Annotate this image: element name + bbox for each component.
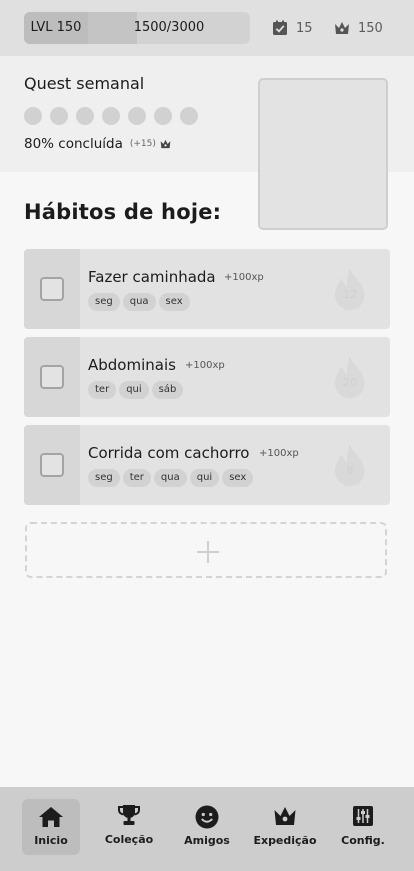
quest-dot bbox=[102, 107, 120, 125]
habit-xp: +100xp bbox=[185, 360, 225, 371]
streak-badge: 8 bbox=[330, 441, 370, 489]
habit-check-area[interactable] bbox=[24, 249, 80, 329]
quest-dot bbox=[76, 107, 94, 125]
crown-icon bbox=[274, 807, 296, 825]
quest-progress-dots bbox=[24, 107, 206, 125]
nav-label: Expedição bbox=[253, 834, 317, 847]
quest-dot bbox=[24, 107, 42, 125]
habit-days: seg qua sex bbox=[88, 293, 193, 311]
quest-bonus: (+15) bbox=[129, 139, 156, 149]
quest-dot bbox=[154, 107, 172, 125]
day-chip: qua bbox=[122, 293, 156, 311]
trophy-icon bbox=[118, 805, 140, 825]
crowns-count: 150 bbox=[358, 20, 383, 36]
habit-xp: +100xp bbox=[224, 272, 264, 283]
day-chip: sáb bbox=[151, 381, 184, 399]
habit-card[interactable]: Fazer caminhada +100xp seg qua sex 12 bbox=[24, 249, 390, 329]
quest-dot bbox=[128, 107, 146, 125]
nav-item-expedicao[interactable]: Expedição bbox=[253, 799, 317, 855]
quest-dot bbox=[50, 107, 68, 125]
streak-count: 12 bbox=[343, 288, 357, 301]
streak-badge: 12 bbox=[330, 265, 370, 313]
nav-label: Inicio bbox=[34, 834, 68, 847]
quest-progress: 80% concluída (+15) bbox=[24, 136, 171, 152]
checklist-icon bbox=[273, 20, 287, 35]
quest-progress-text: 80% concluída bbox=[24, 136, 123, 152]
habit-checkbox[interactable] bbox=[40, 453, 64, 477]
level-badge: LVL 150 bbox=[24, 12, 88, 44]
habit-check-area[interactable] bbox=[24, 425, 80, 505]
day-chip: qui bbox=[119, 381, 149, 399]
habit-days: ter qui sáb bbox=[88, 381, 186, 399]
nav-label: Coleção bbox=[104, 833, 154, 846]
habit-card[interactable]: Abdominais +100xp ter qui sáb 20 bbox=[24, 337, 390, 417]
habit-days: seg ter qua qui sex bbox=[88, 469, 256, 487]
section-title: Hábitos de hoje: bbox=[24, 200, 222, 224]
crown-icon bbox=[160, 139, 171, 149]
crowns-stat: 150 bbox=[334, 17, 383, 39]
streak-count: 20 bbox=[343, 376, 357, 389]
day-chip: sex bbox=[158, 293, 190, 311]
habit-name: Abdominais bbox=[88, 356, 176, 374]
day-chip: qui bbox=[189, 469, 220, 487]
habit-card[interactable]: Corrida com cachorro +100xp seg ter qua … bbox=[24, 425, 390, 505]
tasks-stat: 15 bbox=[272, 17, 313, 39]
day-chip: ter bbox=[88, 381, 117, 399]
habit-xp: +100xp bbox=[259, 448, 299, 459]
day-chip: seg bbox=[88, 469, 120, 487]
nav-item-config[interactable]: Config. bbox=[334, 799, 392, 855]
habit-check-area[interactable] bbox=[24, 337, 80, 417]
streak-count: 8 bbox=[346, 464, 354, 477]
day-chip: sex bbox=[222, 469, 254, 487]
nav-item-amigos[interactable]: Amigos bbox=[178, 799, 236, 855]
day-chip: qua bbox=[153, 469, 187, 487]
plus-icon bbox=[197, 541, 219, 563]
smiley-icon bbox=[195, 805, 219, 829]
quest-title: Quest semanal bbox=[24, 74, 145, 93]
quest-image-placeholder bbox=[258, 78, 388, 230]
crown-icon bbox=[335, 22, 349, 34]
day-chip: ter bbox=[122, 469, 151, 487]
habit-checkbox[interactable] bbox=[40, 365, 64, 389]
streak-badge: 20 bbox=[330, 353, 370, 401]
habit-checkbox[interactable] bbox=[40, 277, 64, 301]
day-chip: seg bbox=[88, 293, 120, 311]
xp-text: 1500/3000 bbox=[133, 20, 205, 35]
nav-item-inicio[interactable]: Inicio bbox=[22, 799, 80, 855]
habit-name: Fazer caminhada bbox=[88, 268, 216, 286]
nav-label: Amigos bbox=[184, 834, 230, 847]
bottom-navigation: Inicio Coleção Amigos Expedição Config. bbox=[0, 787, 414, 871]
sliders-icon bbox=[353, 806, 373, 826]
home-icon bbox=[39, 807, 63, 827]
top-status-bar: LVL 150 1500/3000 15 150 bbox=[0, 0, 414, 56]
nav-item-colecao[interactable]: Coleção bbox=[100, 799, 158, 855]
habit-name: Corrida com cachorro bbox=[88, 444, 250, 462]
add-habit-button[interactable] bbox=[25, 522, 387, 578]
xp-progress-bar: LVL 150 1500/3000 bbox=[24, 12, 250, 44]
tasks-count: 15 bbox=[296, 20, 313, 36]
nav-label: Config. bbox=[341, 834, 385, 847]
quest-dot bbox=[180, 107, 198, 125]
